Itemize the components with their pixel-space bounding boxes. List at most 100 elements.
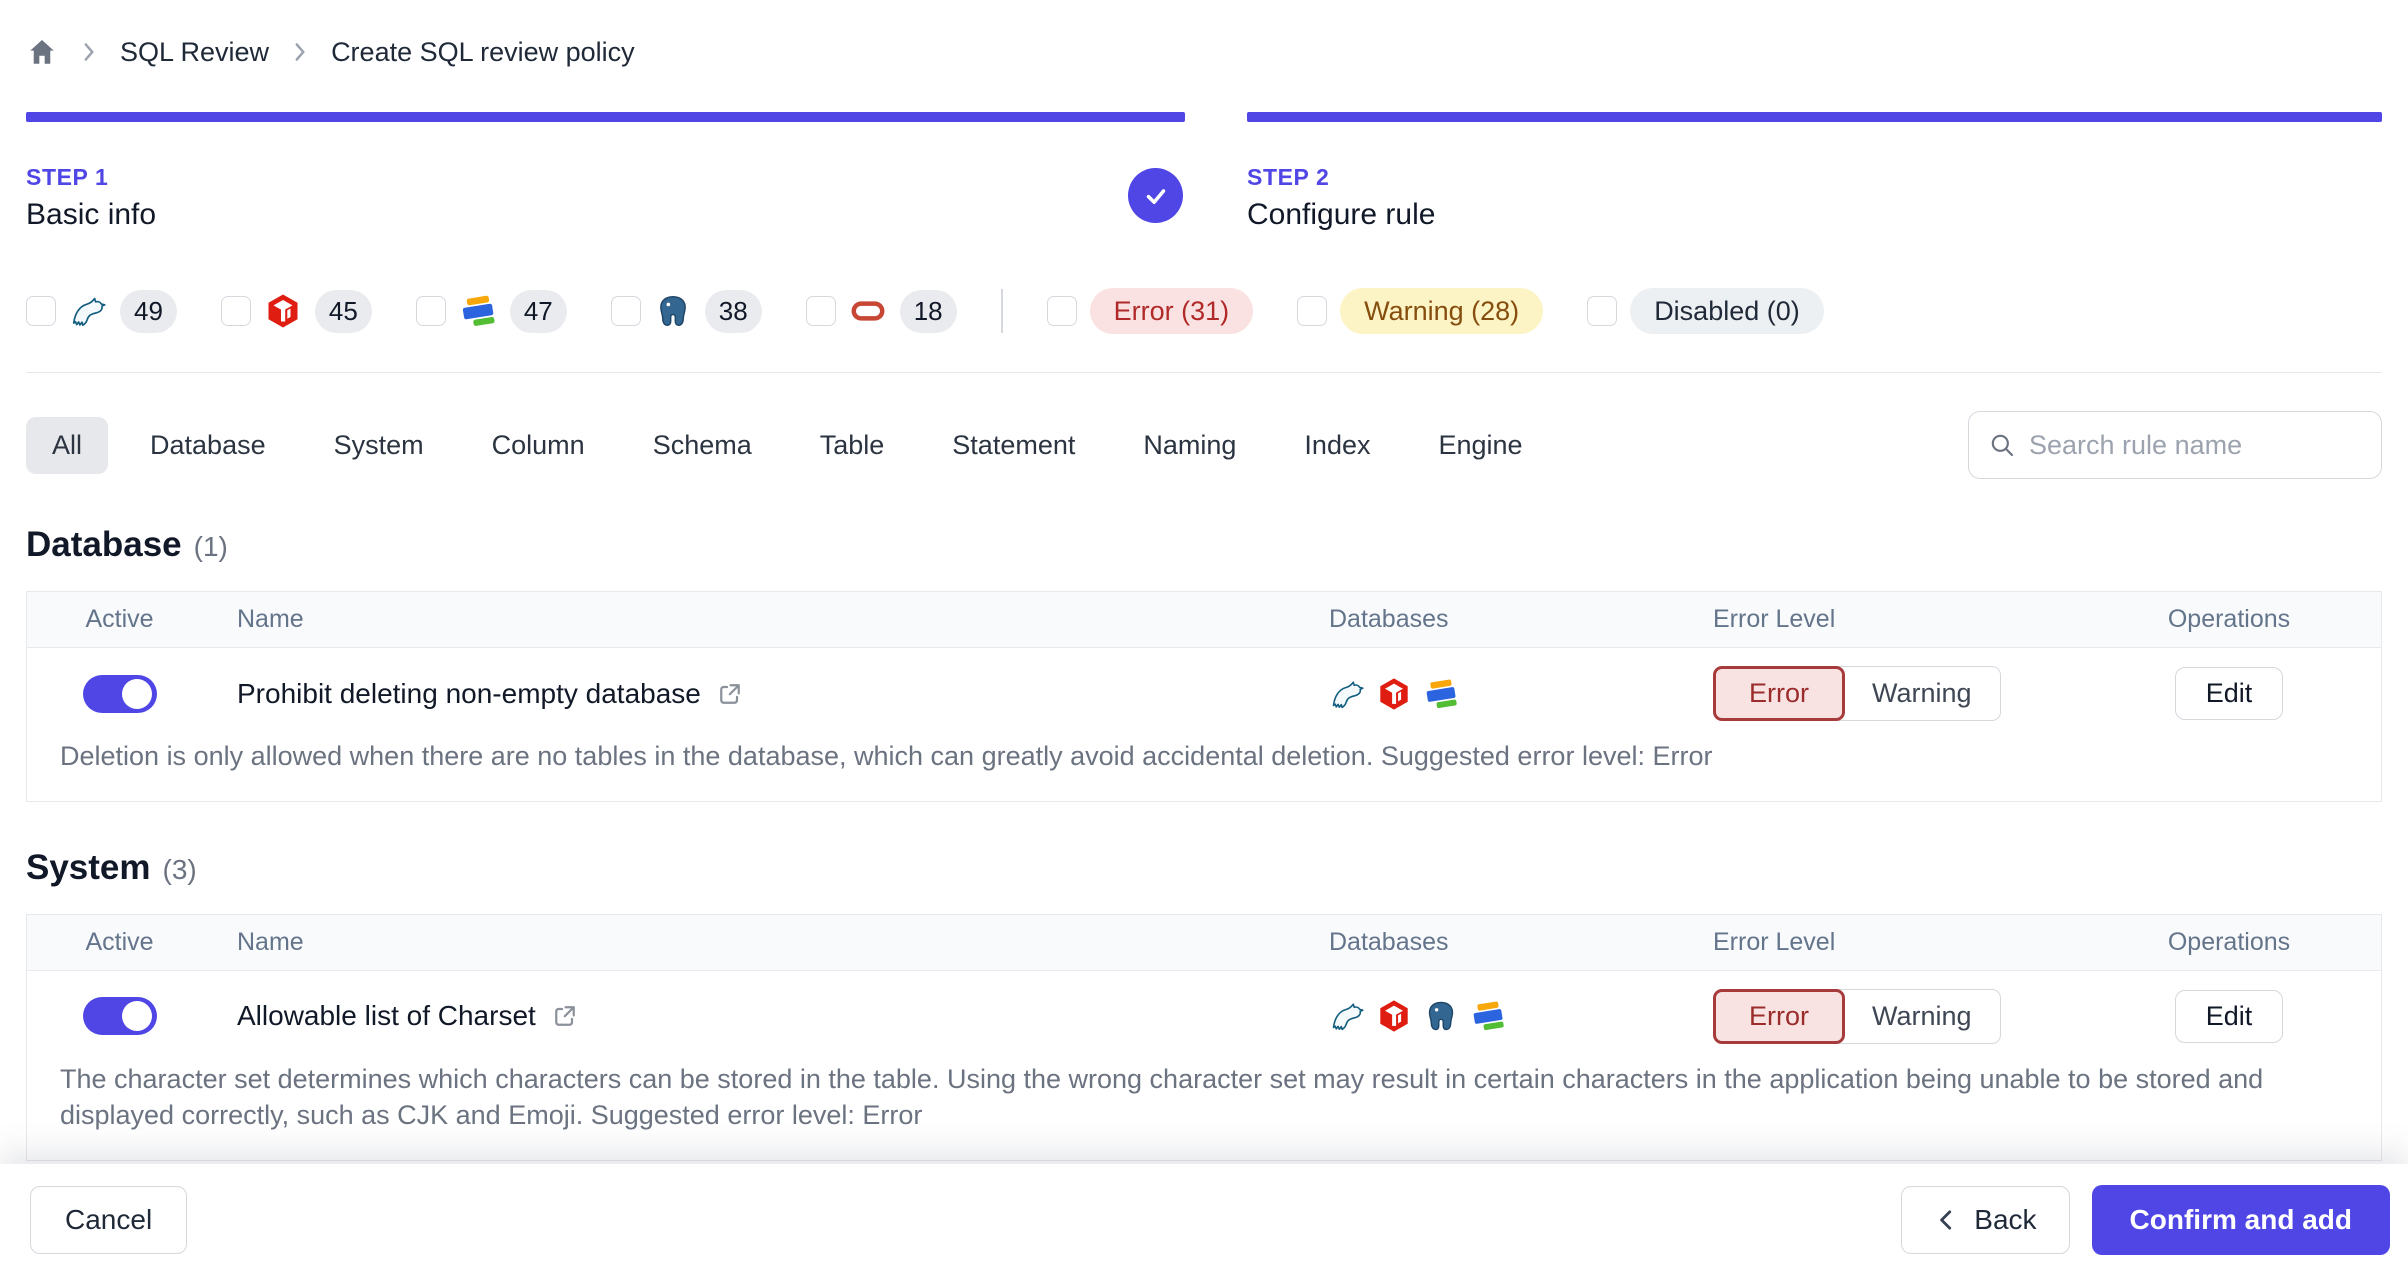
tab-column[interactable]: Column: [466, 417, 611, 474]
edit-button[interactable]: Edit: [2174, 989, 2284, 1043]
rule-databases-cell: [1317, 676, 1657, 712]
rule-databases-cell: [1317, 998, 1657, 1034]
warning-option-button[interactable]: Warning: [1838, 988, 2001, 1044]
section-title: Database: [26, 525, 182, 564]
tab-system[interactable]: System: [308, 417, 450, 474]
filter-level-error: Error (31): [1046, 288, 1254, 334]
oracle-count-badge: 18: [899, 289, 957, 333]
chevron-left-icon: [1934, 1207, 1960, 1233]
filter-bar: 49 45 47 38 18 Error (31) Warning (28) D…: [26, 288, 2382, 334]
column-header-name: Name: [237, 927, 304, 956]
column-header-name: Name: [237, 605, 304, 633]
error-level-segmented-control: Error Warning: [1713, 988, 2077, 1044]
oracle-icon: [849, 292, 887, 330]
mysql-icon: [1329, 998, 1365, 1034]
tab-database[interactable]: Database: [124, 417, 292, 474]
filter-engine-oceanbase: 47: [415, 289, 567, 333]
rule-name-cell: Prohibit deleting non-empty database: [212, 678, 1317, 710]
tidb-checkbox[interactable]: [220, 296, 251, 326]
mysql-count-badge: 49: [120, 289, 177, 333]
error-option-button[interactable]: Error: [1713, 666, 1845, 721]
rule-name: Prohibit deleting non-empty database: [237, 677, 701, 709]
confirm-and-add-button[interactable]: Confirm and add: [2091, 1185, 2390, 1255]
chevron-right-icon: [76, 39, 102, 65]
tab-index[interactable]: Index: [1278, 417, 1396, 474]
table-header: Active Name Databases Error Level Operat…: [27, 592, 2381, 648]
home-icon[interactable]: [26, 36, 58, 68]
tidb-icon: [1376, 676, 1412, 712]
rule-active-toggle[interactable]: [82, 997, 157, 1036]
breadcrumb: SQL Review Create SQL review policy: [26, 0, 2382, 74]
section-heading-system: System (3): [26, 848, 2382, 888]
warning-level-checkbox[interactable]: [1297, 296, 1328, 326]
disabled-level-checkbox[interactable]: [1587, 296, 1618, 326]
step-1-label: STEP 1: [26, 164, 109, 190]
toggle-knob: [121, 1001, 152, 1032]
filter-divider: [1000, 289, 1003, 333]
filter-level-warning: Warning (28): [1297, 288, 1544, 334]
edit-button[interactable]: Edit: [2174, 667, 2284, 720]
tidb-count-badge: 45: [314, 289, 372, 333]
section-title: System: [26, 847, 151, 887]
column-header-operations: Operations: [2167, 605, 2291, 633]
footer-action-bar: Cancel Back Confirm and add: [0, 1164, 2408, 1276]
disabled-level-badge[interactable]: Disabled (0): [1630, 288, 1824, 334]
postgresql-count-badge: 38: [704, 289, 762, 333]
step-1-progress-bar: [26, 112, 1185, 122]
tab-naming[interactable]: Naming: [1117, 417, 1262, 474]
filter-engine-mysql: 49: [26, 289, 177, 333]
column-header-active: Active: [85, 605, 154, 633]
oracle-checkbox[interactable]: [805, 296, 836, 326]
column-header-error-level: Error Level: [1713, 927, 1836, 956]
step-indicator: STEP 1 Basic info STEP 2 Configure rule: [26, 112, 2382, 232]
external-link-icon[interactable]: [551, 1002, 579, 1030]
system-rules-table: Active Name Databases Error Level Operat…: [26, 913, 2382, 1161]
tab-schema[interactable]: Schema: [627, 417, 778, 474]
oceanbase-icon: [459, 292, 497, 330]
warning-option-button[interactable]: Warning: [1838, 666, 2001, 721]
search-box: [1968, 411, 2382, 479]
toggle-knob: [121, 678, 152, 709]
step-1-completed-badge: [1128, 168, 1183, 223]
tidb-icon: [1376, 998, 1412, 1034]
error-option-button[interactable]: Error: [1713, 988, 1845, 1044]
breadcrumb-sql-review[interactable]: SQL Review: [120, 37, 269, 68]
filter-engine-tidb: 45: [220, 289, 372, 333]
oceanbase-icon: [1470, 998, 1506, 1034]
tab-statement[interactable]: Statement: [926, 417, 1101, 474]
mysql-checkbox[interactable]: [26, 296, 56, 326]
filter-engine-oracle: 18: [805, 289, 957, 333]
create-sql-review-policy-page: SQL Review Create SQL review policy STEP…: [0, 0, 2408, 1276]
step-1[interactable]: STEP 1 Basic info: [26, 112, 1185, 232]
external-link-icon[interactable]: [716, 680, 744, 708]
step-2-progress-bar: [1247, 112, 2382, 122]
tab-table[interactable]: Table: [794, 417, 911, 474]
filter-engine-postgresql: 38: [610, 289, 762, 333]
oceanbase-checkbox[interactable]: [415, 296, 446, 326]
search-input[interactable]: [2029, 429, 2363, 461]
back-button[interactable]: Back: [1901, 1186, 2070, 1254]
rule-description: Deletion is only allowed when there are …: [60, 741, 1713, 771]
rule-active-toggle[interactable]: [82, 674, 157, 713]
column-header-operations: Operations: [2167, 927, 2291, 956]
warning-level-badge[interactable]: Warning (28): [1340, 288, 1544, 334]
error-level-checkbox[interactable]: [1046, 296, 1077, 326]
back-button-label: Back: [1974, 1204, 2037, 1235]
section-heading-database: Database (1): [26, 525, 2382, 565]
table-row: Prohibit deleting non-empty database Err…: [27, 648, 2381, 721]
mysql-icon: [1329, 676, 1365, 712]
step-1-title: Basic info: [26, 198, 157, 231]
divider: [26, 372, 2382, 373]
check-icon: [1146, 188, 1165, 204]
postgresql-checkbox[interactable]: [610, 296, 641, 326]
rule-name-cell: Allowable list of Charset: [212, 1000, 1317, 1032]
tab-all[interactable]: All: [26, 416, 109, 474]
table-row: Allowable list of Charset Error Warning …: [27, 971, 2381, 1044]
error-level-segmented-control: Error Warning: [1713, 666, 2077, 721]
cancel-button[interactable]: Cancel: [30, 1186, 188, 1254]
error-level-badge[interactable]: Error (31): [1089, 288, 1254, 334]
step-2[interactable]: STEP 2 Configure rule: [1247, 112, 2382, 232]
tab-engine[interactable]: Engine: [1412, 417, 1548, 474]
oceanbase-count-badge: 47: [509, 289, 567, 333]
table-header: Active Name Databases Error Level Operat…: [27, 914, 2381, 971]
